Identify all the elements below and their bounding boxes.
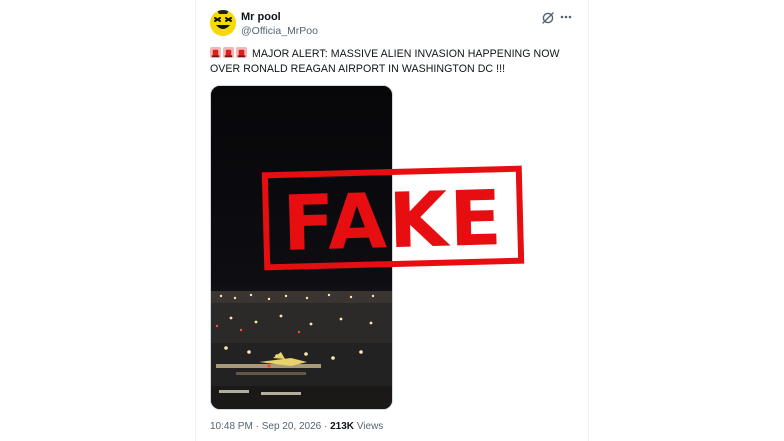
siren-icon [210, 47, 221, 58]
author-display-name[interactable]: Mr pool [241, 11, 281, 23]
more-options-icon[interactable] [559, 9, 573, 23]
fake-stamp-text: FAKE [282, 174, 505, 262]
tweet-time[interactable]: 10:48 PM [210, 421, 253, 432]
author-avatar[interactable] [210, 10, 236, 36]
siren-icon [236, 47, 247, 58]
tweet-date[interactable]: Sep 20, 2026 [262, 421, 322, 432]
grok-icon[interactable] [541, 11, 555, 25]
views-label: Views [356, 421, 384, 432]
siren-icon [223, 47, 234, 58]
timeline-left-border [195, 0, 196, 441]
tweet-text: MAJOR ALERT: MASSIVE ALIEN INVASION HAPP… [210, 47, 580, 77]
tweet-body-text: MAJOR ALERT: MASSIVE ALIEN INVASION HAPP… [210, 48, 560, 75]
siren-icons [210, 47, 249, 62]
fake-stamp-overlay: FAKE [261, 165, 525, 271]
tweet-metadata: 10:48 PM · Sep 20, 2026 · 213K Views [210, 421, 383, 432]
views-count[interactable]: 213K [330, 421, 354, 432]
timeline-right-border [588, 0, 589, 441]
author-handle[interactable]: @Officia_MrPoo [241, 25, 318, 37]
fake-stamp-text-graphic: FAKE [282, 174, 505, 262]
yellow-smiley-avatar-icon [210, 10, 236, 36]
